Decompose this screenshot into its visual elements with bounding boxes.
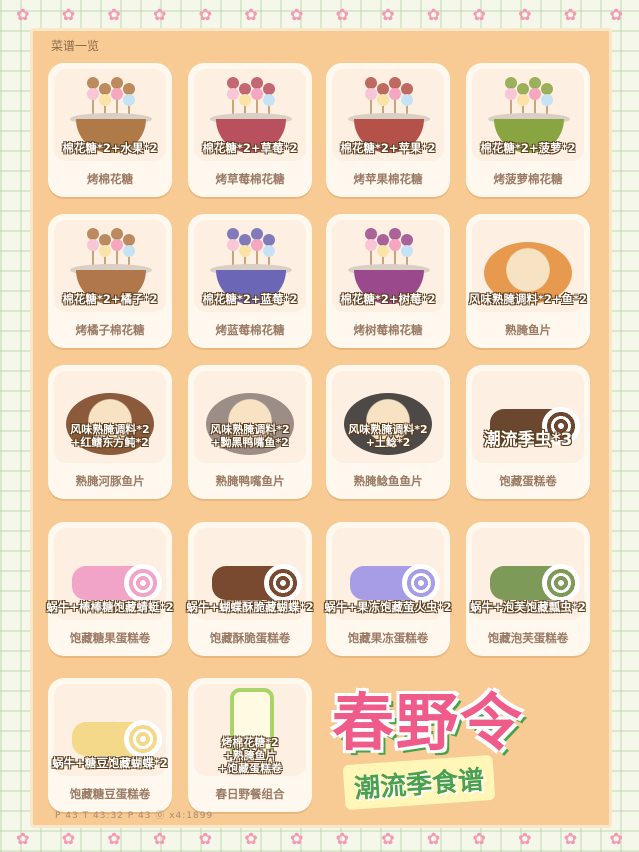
recipe-name: 熟腌河豚鱼片 [75, 474, 145, 488]
recipe-card[interactable]: 棉花糖*2+菠萝*2 烤菠萝棉花糖 [466, 63, 590, 197]
recipe-ingredients: 棉花糖*2+苹果*2 [340, 141, 436, 155]
recipe-ingredients: 风味熟腌调料*2 +土鲶*2 [348, 423, 428, 449]
footer-status: P 43 T 43:32 P 43 ⓪ x4:1899 [55, 811, 214, 821]
recipe-card[interactable]: 蜗牛+棒棒糖饱藏蜻蜓*2 饱藏糖果蛋糕卷 [46, 522, 174, 656]
recipe-name: 烤菠萝棉花糖 [493, 172, 563, 186]
recipe-ingredients: 风味熟腌调料*2 +黝黑鸭嘴鱼*2 [210, 423, 290, 449]
recipe-card[interactable]: 棉花糖*2+蓝莓*2 烤蓝莓棉花糖 [188, 214, 312, 348]
recipe-name: 烤草莓棉花糖 [215, 172, 285, 186]
recipe-ingredients: 棉花糖*2+草莓*2 [202, 141, 298, 155]
recipe-ingredients: 蜗牛+糖豆饱藏蝴蝶*2 [52, 756, 168, 770]
recipe-card[interactable]: 棉花糖*2+树莓*2 烤树莓棉花糖 [326, 214, 450, 348]
recipe-card[interactable]: 棉花糖*2+橘子*2 烤橘子棉花糖 [48, 214, 172, 348]
recipe-ingredients: 棉花糖*2+蓝莓*2 [202, 292, 298, 306]
recipe-name: 饱藏糖果蛋糕卷 [69, 631, 151, 645]
recipe-name: 饱藏泡芙蛋糕卷 [487, 631, 569, 645]
recipe-ingredients: 蜗牛+果冻饱藏萤火虫*2 [324, 600, 452, 614]
recipe-name: 烤树莓棉花糖 [353, 323, 423, 337]
recipe-card[interactable]: 棉花糖*2+草莓*2 烤草莓棉花糖 [188, 63, 312, 197]
banner-subtitle: 潮流季食谱 [342, 754, 496, 811]
recipe-name: 熟腌鸭嘴鱼片 [215, 474, 285, 488]
recipe-name: 饱藏蛋糕卷 [499, 474, 557, 488]
recipe-name: 饱藏酥脆蛋糕卷 [209, 631, 291, 645]
recipe-card[interactable]: 风味熟腌调料*2 +红鳍东方鲀*2 熟腌河豚鱼片 [48, 365, 172, 499]
recipe-card[interactable]: 蜗牛+糖豆饱藏蝴蝶*2 饱藏糖豆蛋糕卷 [48, 678, 172, 812]
recipe-name: 烤橘子棉花糖 [75, 323, 145, 337]
dish-image [194, 371, 306, 463]
recipe-ingredients: 烤棉花糖*2 +熟腌鱼片 +饱藏蛋糕卷 [217, 736, 283, 775]
recipe-card[interactable]: 烤棉花糖*2 +熟腌鱼片 +饱藏蛋糕卷春日野餐组合 [188, 678, 312, 812]
recipe-card[interactable]: 蜗牛+果冻饱藏萤火虫*2 饱藏果冻蛋糕卷 [324, 522, 452, 656]
recipe-ingredients: 蜗牛+蝴蝶酥脆藏蝴蝶*2 [186, 600, 314, 614]
recipe-card[interactable]: 风味熟腌调料*2 +土鲶*2 熟腌鲶鱼鱼片 [326, 365, 450, 499]
recipe-name: 春日野餐组合 [215, 787, 285, 801]
recipe-card[interactable]: 风味熟腌调料*2 +黝黑鸭嘴鱼*2 熟腌鸭嘴鱼片 [188, 365, 312, 499]
recipe-card[interactable]: 蜗牛+泡芙饱藏瓢虫*2 饱藏泡芙蛋糕卷 [466, 522, 590, 656]
banner-title: 春野令 [332, 686, 525, 759]
panel-title: 菜谱一览 [51, 39, 100, 53]
dish-image [54, 371, 166, 463]
recipe-card[interactable]: 棉花糖*2+苹果*2 烤苹果棉花糖 [326, 63, 450, 197]
recipe-card[interactable]: 棉花糖*2+水果*2 烤棉花糖 [48, 63, 172, 197]
recipe-ingredients: 蜗牛+棒棒糖饱藏蜻蜓*2 [46, 600, 174, 614]
recipe-ingredients: 风味熟腌调料*2 +红鳍东方鲀*2 [70, 423, 150, 449]
title-banner: 春野令 潮流季食谱 [322, 672, 612, 822]
recipe-card[interactable]: 风味熟腌调料*2+鱼*2 熟腌鱼片 [466, 214, 590, 348]
dish-image [332, 371, 444, 463]
recipe-ingredients: 棉花糖*2+菠萝*2 [480, 141, 576, 155]
recipe-name: 熟腌鲶鱼鱼片 [353, 474, 423, 488]
recipe-name: 饱藏糖豆蛋糕卷 [69, 787, 151, 801]
recipe-ingredients: 棉花糖*2+橘子*2 [62, 292, 158, 306]
recipe-ingredients: 风味熟腌调料*2+鱼*2 [468, 292, 588, 306]
recipe-card[interactable]: 潮流季虫*3 饱藏蛋糕卷 [466, 365, 590, 499]
recipe-card[interactable]: 蜗牛+蝴蝶酥脆藏蝴蝶*2 饱藏酥脆蛋糕卷 [186, 522, 314, 656]
recipe-name: 饱藏果冻蛋糕卷 [347, 631, 429, 645]
bottom-tulip-border: ✿ ✿ ✿ ✿ ✿ ✿ ✿ ✿ ✿ ✿ ✿ ✿ ✿ ✿ [16, 828, 623, 848]
recipe-name: 烤苹果棉花糖 [353, 172, 423, 186]
recipe-ingredients: 棉花糖*2+树莓*2 [340, 292, 436, 306]
recipe-ingredients: 棉花糖*2+水果*2 [62, 141, 158, 155]
recipe-ingredients: 蜗牛+泡芙饱藏瓢虫*2 [470, 600, 586, 614]
top-tulip-border: ✿ ✿ ✿ ✿ ✿ ✿ ✿ ✿ ✿ ✿ ✿ ✿ ✿ ✿ [16, 4, 623, 24]
recipe-name: 烤蓝莓棉花糖 [215, 323, 285, 337]
recipe-name: 烤棉花糖 [87, 172, 133, 186]
recipe-ingredients: 潮流季虫*3 [483, 430, 573, 450]
recipe-name: 熟腌鱼片 [505, 323, 551, 337]
